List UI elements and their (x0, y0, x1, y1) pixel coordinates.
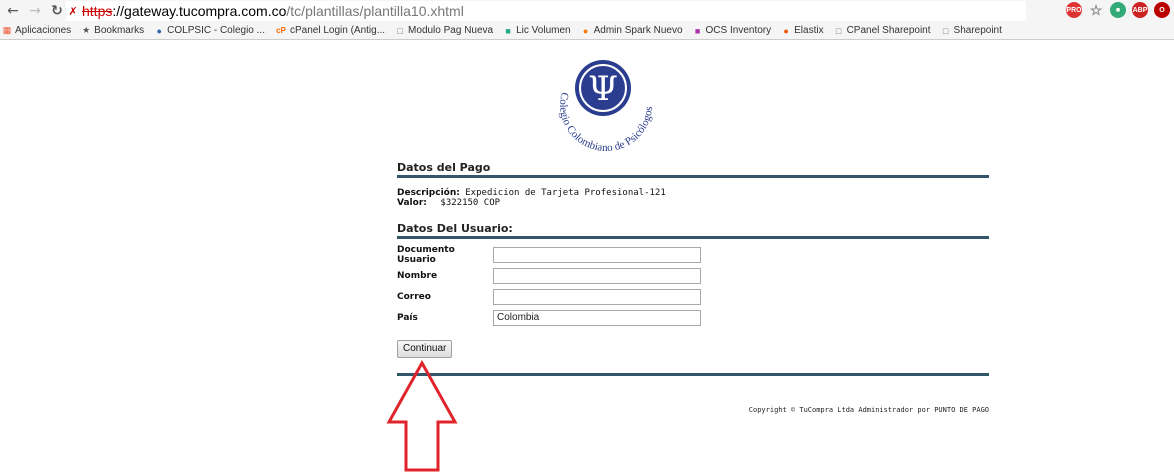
bookmark-item[interactable]: □ Modulo Pag Nueva (395, 25, 493, 36)
description-label: Descripción: (397, 188, 460, 198)
bookmark-item[interactable]: □ CPanel Sharepoint (834, 25, 931, 36)
bookmark-item[interactable]: □ Sharepoint (941, 25, 1002, 36)
bookmarks-bar: ▦ Aplicaciones ★ Bookmarks ● COLPSIC - Colegi… (0, 22, 1174, 40)
amount-row: Valor: $322150 COP (397, 198, 989, 208)
forward-icon[interactable]: → (26, 2, 44, 20)
ocs-icon: ■ (694, 25, 701, 36)
abp-extension-icon[interactable]: ABP (1132, 2, 1148, 18)
elastix-icon: ● (783, 25, 789, 36)
pro-extension-icon[interactable]: PRO (1066, 2, 1082, 18)
bookmark-item[interactable]: ▦ Aplicaciones (2, 25, 71, 36)
user-fields: Documento Usuario Nombre Correo País (397, 244, 989, 328)
bookmark-label: Aplicaciones (15, 25, 72, 36)
bookmark-item[interactable]: ■ OCS Inventory (693, 25, 772, 36)
bookmark-label: Elastix (794, 25, 824, 36)
star-icon: ★ (82, 25, 91, 35)
payment-details: Descripción: Expedicion de Tarjeta Profe… (397, 188, 989, 208)
email-input[interactable] (493, 288, 701, 305)
bookmark-label: Modulo Pag Nueva (408, 25, 494, 36)
url-scheme: https (82, 3, 113, 19)
insecure-lock-icon[interactable]: ✗ (66, 4, 80, 18)
document-input[interactable] (493, 246, 701, 263)
windows-icon: ■ (505, 25, 511, 36)
address-bar[interactable]: ✗ https://gateway.tucompra.com.co/tc/pla… (66, 1, 1026, 21)
description-value: Expedicion de Tarjeta Profesional-121 (465, 188, 666, 198)
document-label: Documento Usuario (397, 244, 455, 265)
bookmark-label: cPanel Login (Antig... (289, 25, 386, 36)
country-label: País (397, 312, 418, 323)
email-label: Correo (397, 291, 431, 302)
bookmark-item[interactable]: ★ Bookmarks (81, 25, 144, 36)
description-row: Descripción: Expedicion de Tarjeta Profe… (397, 188, 989, 198)
bookmark-label: Sharepoint (953, 25, 1002, 36)
bookmark-label: COLPSIC - Colegio ... (167, 25, 265, 36)
puzzle-extension-icon[interactable]: ■ (1110, 2, 1126, 18)
name-label: Nombre (397, 270, 438, 281)
cpanel-icon: cP (276, 26, 286, 35)
back-icon[interactable]: ← (4, 2, 22, 20)
name-row: Nombre (397, 265, 989, 286)
bookmark-item[interactable]: ● Elastix (781, 25, 823, 36)
browser-toolbar: ← → ↻ ✗ https://gateway.tucompra.com.co /… (0, 0, 1174, 22)
bookmark-star-icon[interactable]: ☆ (1088, 2, 1104, 18)
section-divider (397, 236, 989, 239)
continue-button[interactable]: Continuar (397, 340, 453, 358)
page-icon: □ (942, 25, 949, 36)
extension-icons: PRO ☆ ■ ABP O (1066, 2, 1170, 18)
amount-label: Valor: (397, 198, 427, 208)
copyright-text: Copyright © TuCompra Ltda Administrador … (748, 406, 989, 414)
colpsic-icon: ● (156, 25, 162, 36)
bookmark-item[interactable]: ■ Lic Volumen (503, 25, 570, 36)
red-arrow-annotation (386, 360, 458, 472)
user-section-title: Datos Del Usuario: (397, 222, 513, 235)
bookmark-label: Lic Volumen (516, 25, 571, 36)
spark-icon: ● (582, 25, 589, 36)
page-icon: □ (835, 25, 842, 36)
email-row: Correo (397, 286, 989, 307)
bookmark-label: Bookmarks (94, 25, 145, 36)
apps-grid-icon: ▦ (2, 25, 12, 35)
country-input[interactable] (493, 309, 701, 326)
bookmark-item[interactable]: ● Admin Spark Nuevo (581, 25, 683, 36)
name-input[interactable] (493, 267, 701, 284)
payment-form-container: Datos del Pago Descripción: Expedicion d… (397, 160, 989, 414)
bookmark-item[interactable]: ● COLPSIC - Colegio ... (154, 25, 265, 36)
document-row: Documento Usuario (397, 244, 989, 265)
url-host: ://gateway.tucompra.com.co (112, 3, 287, 19)
bookmark-label: CPanel Sharepoint (846, 25, 931, 36)
url-path: /tc/plantillas/plantilla10.xhtml (286, 3, 464, 19)
bookmark-item[interactable]: cP cPanel Login (Antig... (275, 25, 385, 36)
opera-extension-icon[interactable]: O (1154, 2, 1170, 18)
psi-symbol: Ψ (588, 69, 618, 109)
page-icon: □ (397, 25, 403, 36)
amount-value: $322150 COP (440, 198, 501, 208)
section-divider (397, 175, 989, 178)
bookmark-label: OCS Inventory (705, 25, 772, 36)
country-row: País (397, 307, 989, 328)
bookmark-label: Admin Spark Nuevo (593, 25, 683, 36)
payment-section-title: Datos del Pago (397, 161, 491, 174)
reload-icon[interactable]: ↻ (48, 2, 66, 20)
